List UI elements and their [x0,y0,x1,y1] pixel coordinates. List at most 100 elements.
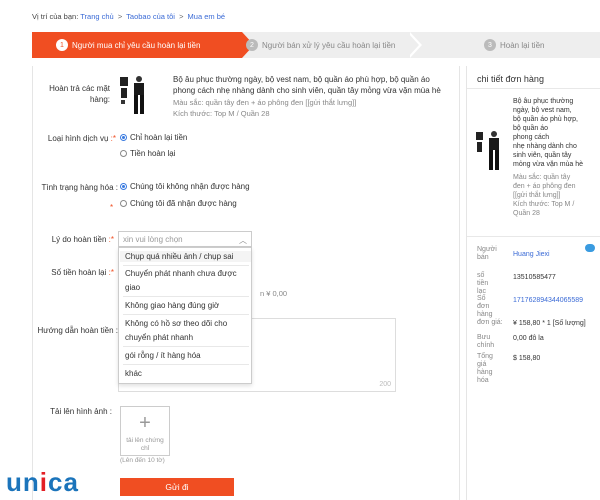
postage-label-line: Bưu [477,334,491,341]
logo-letter: i [39,466,49,497]
reason-option-not-delivered-cont[interactable]: giao [125,282,249,293]
logo-letter: c [48,466,64,497]
refund-amount-label: Số tiền hoàn lại :* [34,268,114,277]
reason-option-other[interactable]: khác [125,368,249,379]
goods-status-text: Tình trạng hàng hóa [41,183,114,192]
step-1: 1 Người mua chỉ yêu cầu hoàn lại tiền [32,32,242,58]
plus-icon: + [139,412,151,434]
seller-label: Người bán [477,246,501,262]
radio-checked-icon[interactable] [120,134,127,141]
service-type-text: Loại hình dịch vụ [47,134,109,143]
service-option-label: Chỉ hoàn lại tiền [130,133,188,142]
required-mark: * [112,134,116,143]
reason-option-no-tracking[interactable]: Không có hồ sơ theo dõi cho [125,318,249,329]
radio-checked-icon[interactable] [120,183,127,190]
breadcrumb-taobao-link[interactable]: Taobao của tôi [126,12,175,21]
logo-letter: a [63,466,79,497]
order-meta-line: Màu sắc: quần tây [513,174,571,181]
status-option-received[interactable]: Chúng tôi đã nhận được hàng [120,199,237,208]
reason-option-empty-package[interactable]: gói rỗng / ít hàng hóa [125,350,249,361]
product-desc-line-1: Bộ âu phục thường ngày, bộ vest nam, bộ … [173,75,430,84]
order-meta-line: đen + áo phông đen [513,183,576,190]
tracking-label-line: tiền [477,280,489,287]
breadcrumb-separator: > [117,12,123,21]
unica-logo: unica [6,466,79,498]
required-mark: * [110,268,114,277]
upload-label-text: Tải lên hình ảnh [50,407,108,416]
char-count: 200 [379,381,391,388]
order-desc-line: Bộ âu phục thường [513,98,574,105]
step-2-label: Người bán xử lý yêu cầu hoàn lại tiền [262,40,396,50]
status-option-not-received[interactable]: Chúng tôi không nhận được hàng [120,182,250,191]
breadcrumb-home-link[interactable]: Trang chủ [80,12,114,21]
colon: : [109,407,112,416]
reason-option-late-delivery[interactable]: Không giao hàng đúng giờ [125,300,249,311]
breadcrumb-baby-link[interactable]: Mua em bé [188,12,226,21]
step-2: 2 Người bán xử lý yêu cầu hoàn lại tiền [246,32,395,58]
order-desc-line: nhẹ nhàng dành cho [513,143,577,150]
product-label-line-2: hàng: [89,95,110,104]
order-desc-line: phong cách [513,134,550,141]
order-number-label-line: Số [477,295,486,302]
order-desc-line: bộ quần áo [513,125,549,132]
service-type-label: Loại hình dịch vụ :* [34,134,116,143]
progress-steps: 1 Người mua chỉ yêu cầu hoàn lại tiền 2 … [32,32,600,58]
submit-button[interactable]: Gửi đi [120,478,234,496]
divider [467,236,600,237]
service-option-refund-only[interactable]: Chỉ hoàn lại tiền [120,133,187,142]
order-number-label-line: đơn [477,303,490,310]
total-label-line: hóa [477,377,489,384]
tracking-label: số tiền lạc [477,272,501,296]
order-desc-line: bộ quần áo phù hợp, [513,116,578,123]
dropdown-divider [123,296,249,297]
logo-letter: n [22,466,40,497]
breadcrumb-separator: > [179,12,184,21]
product-description: Bộ âu phục thường ngày, bộ vest nam, bộ … [173,74,463,96]
order-number-link[interactable]: 171762894344065589 [513,296,583,305]
step-3-number: 3 [484,39,496,51]
radio-unchecked-icon[interactable] [120,150,127,157]
refund-amount-hint: n ¥ 0,00 [260,289,288,298]
total-label-line: giá [477,361,487,368]
dropdown-divider [123,346,249,347]
refund-reason-select[interactable]: xin vui lòng chọn ︿ [118,231,252,247]
reason-option-not-delivered[interactable]: Chuyển phát nhanh chưa được [125,268,249,279]
refund-reason-label: Lý do hoàn tiền :* [34,235,114,244]
dropdown-divider [123,364,249,365]
divider [467,88,600,89]
order-thumbnail [476,131,499,170]
order-details-panel: chi tiết đơn hàng Bộ âu phục thường ngày… [466,66,600,500]
unit-price-label: đơn giá: [477,319,503,326]
refund-guide-text: Hướng dẫn hoàn tiền [37,326,114,335]
unit-price-value: ¥ 158,80 * 1 [Số lượng] [513,320,586,327]
upload-text: tải lên chứng chỉ [126,437,164,452]
radio-unchecked-icon[interactable] [120,200,127,207]
upload-label: Tải lên hình ảnh : [34,407,112,416]
dropdown-divider [123,265,249,266]
chat-icon[interactable] [585,244,595,252]
product-label: Hoàn trả các mặt hàng: [34,83,110,105]
chevron-up-icon: ︿ [239,236,247,245]
step-divider-inner [407,32,419,58]
order-meta: Màu sắc: quần tây đen + áo phông đen [[g… [513,173,599,218]
seller-name-link[interactable]: Huang Jiexi [513,250,550,259]
order-number-label-line: hàng [477,311,493,318]
refund-amount-text: Số tiền hoàn lại [51,268,107,277]
total-label-line: hàng [477,369,493,376]
seller-label-line: Người [477,246,497,253]
order-meta-line: Kích thước: Top M / [513,201,575,208]
reason-option-no-tracking-cont[interactable]: chuyển phát nhanh [125,332,249,343]
order-number-label: Số đơn hàng [477,295,501,319]
step-2-number: 2 [246,39,258,51]
required-mark: * [110,235,114,244]
required-mark: * [110,203,114,212]
step-3: 3 Hoàn lại tiền [484,32,544,58]
order-desc-line: mỏng vừa vặn mùa hè [513,161,584,168]
logo-letter: u [6,466,23,497]
order-desc-line: sinh viên, quần tây [513,152,572,159]
status-option-label: Chúng tôi không nhận được hàng [130,182,250,191]
service-option-return-refund[interactable]: Tiền hoàn lại [120,149,176,158]
upload-image-button[interactable]: + tải lên chứng chỉ [120,406,170,456]
reason-option-photos[interactable]: Chụp quá nhiều ảnh / chụp sai [120,251,251,262]
postage-label-line: chính [477,342,495,349]
